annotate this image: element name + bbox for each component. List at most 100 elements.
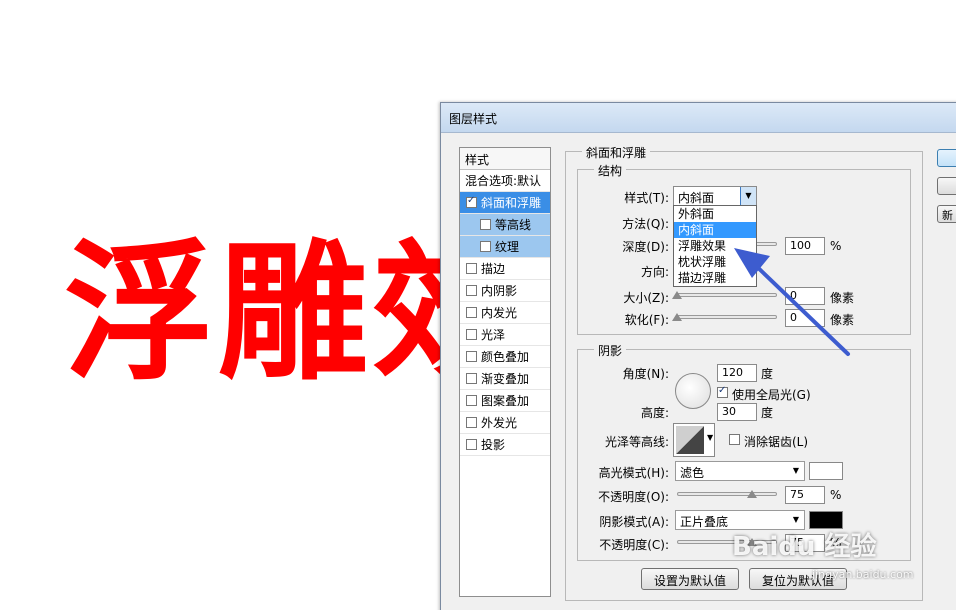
style-label: 投影 [481,438,506,452]
altitude-label: 高度: [640,406,669,420]
method-label: 方法(Q): [622,217,669,231]
gloss-contour-label: 光泽等高线: [604,435,669,449]
highlight-color-swatch[interactable] [809,462,843,480]
shadow-mode-value: 正片叠底 [680,515,729,529]
highlight-mode-select[interactable]: 滤色 ▼ [675,461,805,481]
bevel-style-dropdown-list: 外斜面 内斜面 浮雕效果 枕状浮雕 描边浮雕 [673,205,757,287]
altitude-input[interactable]: 30 [717,403,757,421]
anti-alias-label: 消除锯齿(L) [744,435,809,449]
style-item-inner-shadow[interactable]: 内阴影 [460,280,550,302]
highlight-mode-label: 高光模式(H): [598,466,669,480]
highlight-opacity-slider[interactable] [677,492,777,496]
style-label: 描边 [481,262,506,276]
style-label: 纹理 [495,240,520,254]
chevron-down-icon[interactable]: ▼ [707,433,713,442]
angle-dial[interactable] [675,373,711,409]
dropdown-option-emboss[interactable]: 浮雕效果 [674,238,756,254]
styles-header: 样式 [460,148,550,170]
baidu-watermark: Baidu 经验 [732,532,877,562]
highlight-opacity-input[interactable]: 75 [785,486,825,504]
shadow-opacity-label: 不透明度(C): [599,538,669,552]
style-label: 等高线 [495,218,532,232]
style-item-color-overlay[interactable]: 颜色叠加 [460,346,550,368]
global-light-label: 使用全局光(G) [732,388,811,402]
size-label: 大小(Z): [623,291,669,305]
style-checkbox[interactable] [466,417,477,428]
style-item-inner-glow[interactable]: 内发光 [460,302,550,324]
size-input[interactable]: 0 [785,287,825,305]
style-label: 光泽 [481,328,506,342]
highlight-mode-value: 滤色 [680,466,705,480]
size-unit: 像素 [830,291,855,305]
style-checkbox-bevel[interactable] [466,195,477,208]
dropdown-option-pillow-emboss[interactable]: 枕状浮雕 [674,254,756,270]
style-item-pattern-overlay[interactable]: 图案叠加 [460,390,550,412]
blend-options-item[interactable]: 混合选项:默认 [460,170,550,192]
style-checkbox[interactable] [466,351,477,362]
bevel-style-select[interactable]: 内斜面 ▼ [673,186,757,206]
style-label: 颜色叠加 [481,350,530,364]
angle-label: 角度(N): [622,367,669,381]
anti-alias-checkbox[interactable] [729,434,740,445]
style-item-stroke[interactable]: 描边 [460,258,550,280]
angle-input[interactable]: 120 [717,364,757,382]
style-checkbox[interactable] [466,395,477,406]
style-label: 内发光 [481,306,518,320]
new-style-label: 新 [942,209,953,222]
style-checkbox[interactable] [466,329,477,340]
bevel-style-value: 内斜面 [678,191,715,205]
style-checkbox[interactable] [466,373,477,384]
style-label: 斜面和浮雕 [481,196,542,210]
style-label: 图案叠加 [481,394,530,408]
highlight-opacity-thumb[interactable] [747,490,757,498]
depth-unit: % [830,239,842,253]
style-item-gradient-overlay[interactable]: 渐变叠加 [460,368,550,390]
style-item-texture[interactable]: 纹理 [460,236,550,258]
styles-panel: 样式 混合选项:默认 斜面和浮雕 等高线 纹理 描边 内阴影 内发光 [459,147,551,597]
highlight-opacity-unit: % [830,488,842,502]
style-label: 内阴影 [481,284,518,298]
style-checkbox[interactable] [466,307,477,318]
new-style-button[interactable]: 新 [937,205,956,223]
style-checkbox[interactable] [466,439,477,450]
dropdown-option-inner-bevel[interactable]: 内斜面 [674,222,756,238]
soften-slider-thumb[interactable] [672,313,682,321]
altitude-unit: 度 [761,406,774,420]
highlight-opacity-label: 不透明度(O): [598,490,669,504]
shadow-mode-label: 阴影模式(A): [599,515,669,529]
style-item-bevel[interactable]: 斜面和浮雕 [460,192,550,214]
soften-unit: 像素 [830,313,855,327]
style-label: 渐变叠加 [481,372,530,386]
style-item-contour[interactable]: 等高线 [460,214,550,236]
style-label: 样式(T): [624,191,669,205]
bevel-emboss-title: 斜面和浮雕 [582,144,651,161]
style-checkbox-contour[interactable] [480,219,491,230]
style-item-satin[interactable]: 光泽 [460,324,550,346]
ok-button[interactable] [937,149,956,167]
shading-title: 阴影 [594,342,627,359]
blend-options-label: 混合选项:默认 [465,174,542,188]
depth-label: 深度(D): [622,240,669,254]
global-light-checkbox[interactable] [717,385,728,398]
dropdown-option-stroke-emboss[interactable]: 描边浮雕 [674,270,756,286]
set-default-button[interactable]: 设置为默认值 [641,568,739,590]
style-checkbox[interactable] [466,263,477,274]
size-slider-thumb[interactable] [672,291,682,299]
baidu-watermark-url: jingyan.baidu.com [812,568,914,581]
angle-unit: 度 [761,367,774,381]
style-item-outer-glow[interactable]: 外发光 [460,412,550,434]
depth-input[interactable]: 100 [785,237,825,255]
style-item-drop-shadow[interactable]: 投影 [460,434,550,456]
soften-slider[interactable] [677,315,777,319]
cancel-button[interactable] [937,177,956,195]
soften-input[interactable]: 0 [785,309,825,327]
chevron-down-icon: ▼ [788,462,804,480]
dialog-title: 图层样式 [441,103,956,133]
soften-label: 软化(F): [624,313,669,327]
layer-style-dialog: 图层样式 样式 混合选项:默认 斜面和浮雕 等高线 纹理 描边 内阴影 内发光 [440,102,956,610]
dropdown-option-outer-bevel[interactable]: 外斜面 [674,206,756,222]
style-checkbox-texture[interactable] [480,241,491,252]
direction-label: 方向: [640,265,669,279]
size-slider[interactable] [677,293,777,297]
style-checkbox[interactable] [466,285,477,296]
